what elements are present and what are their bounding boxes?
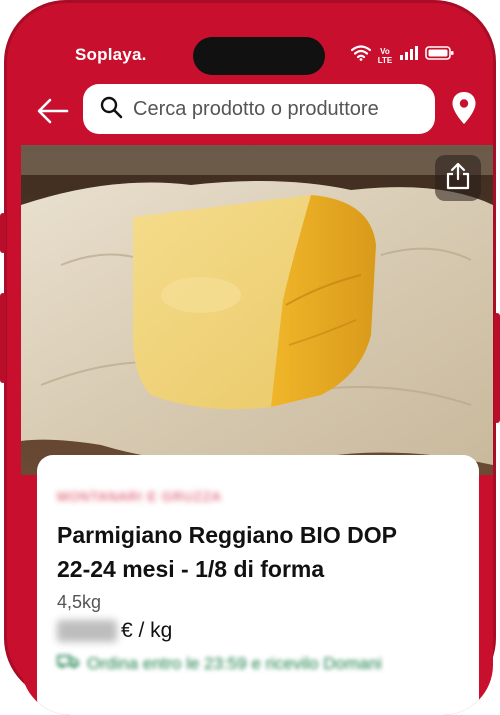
map-pin-icon (451, 92, 477, 129)
location-button[interactable] (451, 91, 479, 127)
share-icon (445, 162, 471, 195)
status-icons: Vo LTE (350, 45, 455, 66)
delivery-info: Ordina entro le 23:59 e ricevilo Domani (57, 653, 459, 674)
phone-side-button-right (494, 313, 500, 423)
phone-frame: Soplaya. Vo LTE Cerca prodotto o produtt… (0, 0, 500, 715)
product-title-line-1: Parmigiano Reggiano BIO DOP (57, 522, 397, 548)
truck-icon (57, 653, 79, 674)
price-unit: € / kg (121, 619, 173, 642)
cheese-photo-illustration (21, 145, 493, 475)
top-toolbar (21, 83, 493, 147)
app-screen: Soplaya. Vo LTE Cerca prodotto o produtt… (21, 15, 493, 715)
battery-icon (425, 45, 455, 66)
arrow-left-icon (35, 98, 71, 133)
product-title-line-2: 22-24 mesi - 1/8 di forma (57, 556, 325, 582)
product-card: MONTANARI E GRUZZA Parmigiano Reggiano B… (37, 455, 479, 715)
wifi-icon (350, 45, 372, 66)
search-input[interactable] (133, 97, 413, 121)
status-bar: Soplaya. Vo LTE (21, 15, 493, 87)
brand-name: Soplaya (75, 45, 142, 64)
search-icon (99, 95, 123, 124)
delivery-info-text: Ordina entro le 23:59 e ricevilo Domani (87, 653, 382, 673)
price-row: € / kg (57, 619, 459, 643)
signal-icon (399, 45, 419, 66)
brand-logo: Soplaya. (75, 45, 147, 65)
producer-name[interactable]: MONTANARI E GRUZZA (57, 489, 459, 504)
share-button[interactable] (435, 155, 481, 201)
product-weight: 4,5kg (57, 592, 102, 612)
dynamic-island (193, 37, 325, 75)
phone-side-button-left-lower (0, 293, 6, 383)
phone-side-button-left (0, 213, 6, 253)
price-value-blurred (57, 620, 117, 642)
search-bar[interactable] (83, 84, 435, 134)
volte-label: Vo LTE (377, 46, 393, 65)
product-image (21, 145, 493, 475)
product-title: Parmigiano Reggiano BIO DOP 22-24 mesi -… (57, 518, 459, 586)
brand-dot: . (141, 45, 147, 64)
back-button[interactable] (35, 93, 71, 129)
